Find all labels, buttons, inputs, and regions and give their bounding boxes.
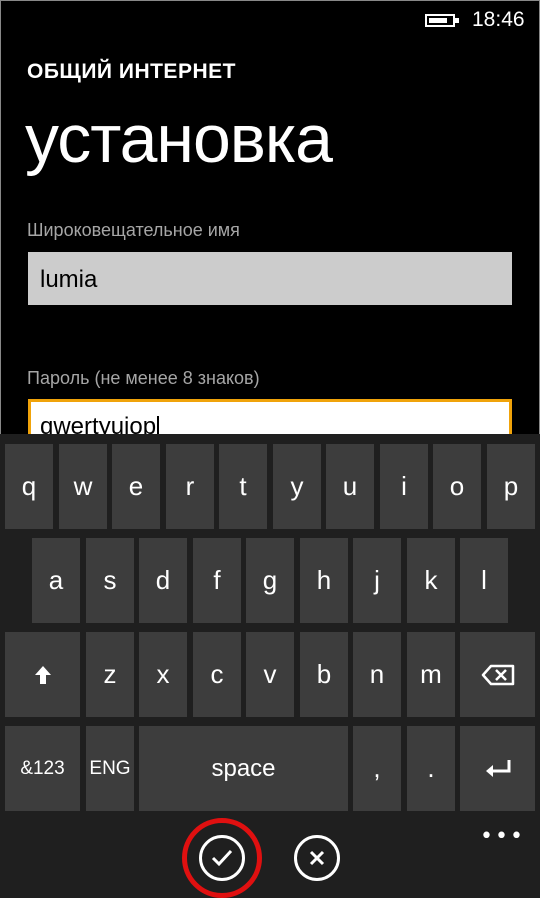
broadcast-name-value: lumia: [40, 266, 98, 293]
key-x[interactable]: x: [139, 632, 187, 717]
enter-key[interactable]: [460, 726, 535, 811]
backspace-icon: [481, 664, 514, 685]
key-k[interactable]: k: [407, 538, 455, 623]
password-label: Пароль (не менее 8 знаков): [27, 368, 260, 388]
symbols-key[interactable]: &123: [5, 726, 80, 811]
on-screen-keyboard: q w e r t y u i o p a s d f g h j k l z …: [0, 434, 540, 814]
space-key[interactable]: space: [139, 726, 348, 811]
key-l[interactable]: l: [460, 538, 508, 623]
status-bar: 18:46: [0, 0, 540, 40]
key-d[interactable]: d: [139, 538, 187, 623]
battery-icon: [425, 14, 459, 27]
backspace-key[interactable]: [460, 632, 535, 717]
app-title: ОБЩИЙ ИНТЕРНЕТ: [27, 60, 236, 83]
key-e[interactable]: e: [112, 444, 160, 529]
broadcast-name-field[interactable]: lumia: [28, 252, 512, 305]
key-b[interactable]: b: [300, 632, 348, 717]
key-j[interactable]: j: [353, 538, 401, 623]
broadcast-name-label: Широковещательное имя: [27, 220, 240, 240]
shift-arrow-icon: [34, 665, 51, 684]
key-f[interactable]: f: [193, 538, 241, 623]
key-i[interactable]: i: [380, 444, 428, 529]
page-title: установка: [25, 101, 333, 177]
clock: 18:46: [472, 8, 525, 31]
key-o[interactable]: o: [433, 444, 481, 529]
confirm-button[interactable]: [199, 835, 245, 881]
key-z[interactable]: z: [86, 632, 134, 717]
language-key[interactable]: ENG: [86, 726, 134, 811]
key-n[interactable]: n: [353, 632, 401, 717]
check-icon: [211, 849, 233, 867]
key-s[interactable]: s: [86, 538, 134, 623]
more-button[interactable]: •••: [480, 824, 525, 849]
key-m[interactable]: m: [407, 632, 455, 717]
app-bar: •••: [0, 814, 540, 898]
key-u[interactable]: u: [326, 444, 374, 529]
key-t[interactable]: t: [219, 444, 267, 529]
period-key[interactable]: .: [407, 726, 455, 811]
key-q[interactable]: q: [5, 444, 53, 529]
key-r[interactable]: r: [166, 444, 214, 529]
shift-key[interactable]: [5, 632, 80, 717]
key-c[interactable]: c: [193, 632, 241, 717]
enter-icon: [485, 759, 510, 777]
key-v[interactable]: v: [246, 632, 294, 717]
key-g[interactable]: g: [246, 538, 294, 623]
close-icon: [309, 850, 325, 866]
key-y[interactable]: y: [273, 444, 321, 529]
cancel-button[interactable]: [294, 835, 340, 881]
key-h[interactable]: h: [300, 538, 348, 623]
key-p[interactable]: p: [487, 444, 535, 529]
key-a[interactable]: a: [32, 538, 80, 623]
comma-key[interactable]: ,: [353, 726, 401, 811]
key-w[interactable]: w: [59, 444, 107, 529]
